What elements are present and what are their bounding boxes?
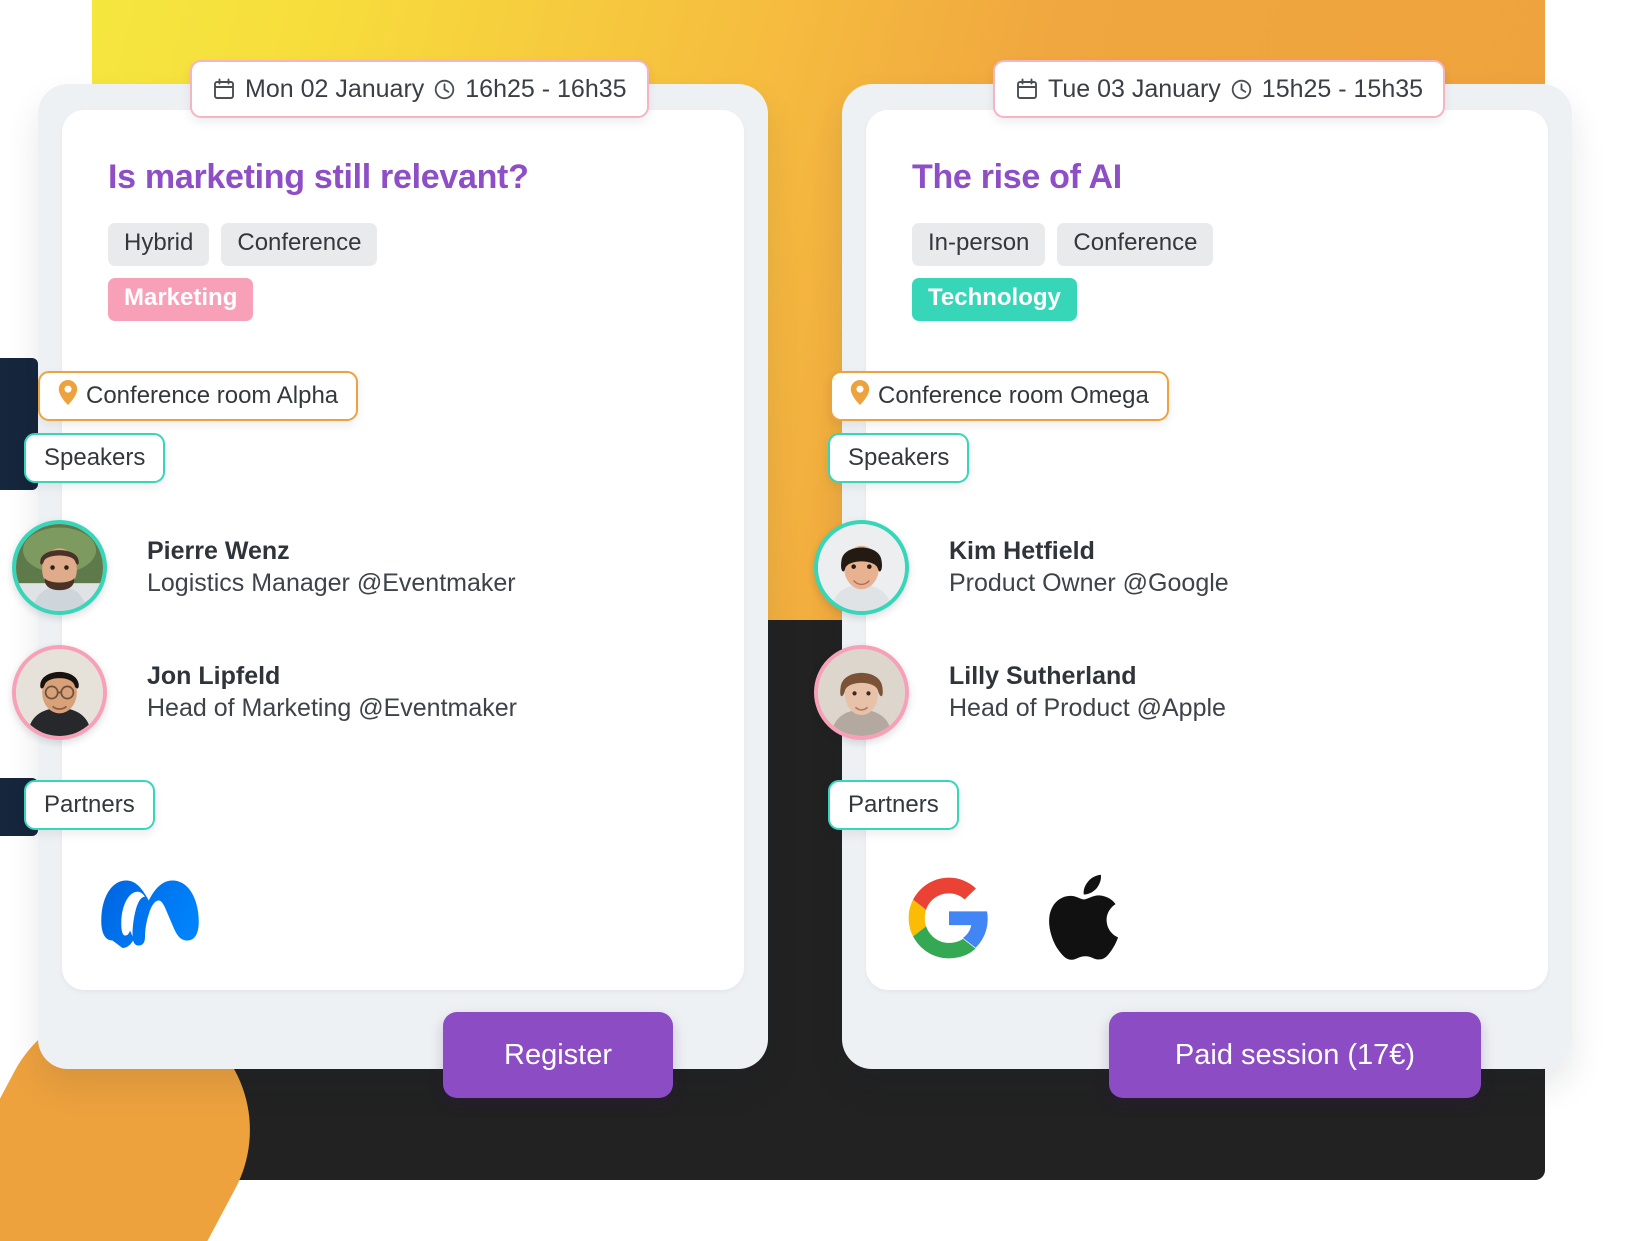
session-datetime-pill-right: Tue 03 January 15h25 - 15h35 (993, 60, 1446, 118)
map-pin-icon (58, 380, 78, 412)
calendar-icon (1015, 77, 1039, 101)
format-tag: In-person (912, 223, 1046, 266)
speaker-name: Lilly Sutherland (949, 661, 1137, 690)
partners-label: Partners (848, 791, 939, 818)
partners-section-pill-right: Partners (828, 780, 959, 830)
session-date: Tue 03 January (1048, 74, 1221, 103)
speakers-label: Speakers (848, 444, 950, 471)
speaker-name: Jon Lipfeld (147, 661, 281, 690)
partners-label: Partners (44, 791, 135, 818)
avatar (12, 520, 107, 615)
session-cards-screen: Is marketing still relevant? Hybrid Conf… (0, 0, 1637, 1241)
speaker-name: Kim Hetfield (949, 536, 1095, 565)
background-dark-footer-shape (130, 1090, 1520, 1150)
speaker-role: Logistics Manager @Eventmaker (147, 568, 516, 597)
session-title: The rise of AI (912, 158, 1122, 196)
speaker-role: Head of Product @Apple (949, 693, 1226, 722)
session-location-pill-right[interactable]: Conference room Omega (830, 371, 1169, 421)
speakers-label: Speakers (44, 444, 146, 471)
google-logo (905, 874, 993, 967)
speaker-item[interactable]: Kim Hetfield Product Owner @Google (814, 520, 1534, 615)
avatar (12, 645, 107, 740)
speakers-section-pill-left: Speakers (24, 433, 166, 483)
format-tag: Conference (1057, 223, 1214, 266)
map-pin-icon (850, 380, 870, 412)
session-location-pill-left[interactable]: Conference room Alpha (38, 371, 359, 421)
session-datetime-pill-left: Mon 02 January 16h25 - 16h35 (190, 60, 649, 118)
theme-tag-row: Marketing (108, 277, 698, 321)
location-label: Conference room Alpha (86, 382, 339, 409)
partner-logos-right (905, 868, 1131, 973)
speaker-item[interactable]: Pierre Wenz Logistics Manager @Eventmake… (12, 520, 732, 615)
speaker-text: Pierre Wenz Logistics Manager @Eventmake… (147, 536, 516, 600)
speakers-section-pill-right: Speakers (828, 433, 970, 483)
format-tag-row: In-person Conference (912, 223, 1502, 266)
apple-logo (1045, 868, 1131, 973)
speaker-text: Kim Hetfield Product Owner @Google (949, 536, 1229, 600)
speaker-item[interactable]: Jon Lipfeld Head of Marketing @Eventmake… (12, 645, 732, 740)
avatar (814, 645, 909, 740)
session-time: 15h25 - 15h35 (1261, 74, 1424, 103)
speaker-name: Pierre Wenz (147, 536, 290, 565)
avatar (814, 520, 909, 615)
session-date: Mon 02 January (245, 74, 425, 103)
theme-tag: Marketing (108, 277, 254, 321)
speaker-role: Product Owner @Google (949, 568, 1229, 597)
register-button[interactable]: Register (443, 1012, 673, 1098)
session-time: 16h25 - 16h35 (465, 74, 627, 103)
partner-logos-left (100, 868, 218, 955)
speaker-item[interactable]: Lilly Sutherland Head of Product @Apple (814, 645, 1534, 740)
clock-icon (1230, 78, 1253, 101)
clock-icon (433, 78, 456, 101)
speaker-text: Jon Lipfeld Head of Marketing @Eventmake… (147, 661, 517, 725)
calendar-icon (212, 77, 236, 101)
speakers-list-right: Kim Hetfield Product Owner @Google Lilly… (814, 520, 1534, 770)
speaker-role: Head of Marketing @Eventmaker (147, 693, 517, 722)
format-tag-row: Hybrid Conference (108, 223, 698, 266)
meta-logo (100, 868, 218, 955)
format-tag: Conference (221, 223, 378, 266)
theme-tag-row: Technology (912, 277, 1502, 321)
theme-tag: Technology (912, 277, 1077, 321)
paid-session-button[interactable]: Paid session (17€) (1109, 1012, 1481, 1098)
speaker-text: Lilly Sutherland Head of Product @Apple (949, 661, 1226, 725)
speakers-list-left: Pierre Wenz Logistics Manager @Eventmake… (12, 520, 732, 770)
partners-section-pill-left: Partners (24, 780, 155, 830)
format-tag: Hybrid (108, 223, 210, 266)
session-title: Is marketing still relevant? (108, 158, 529, 196)
location-label: Conference room Omega (878, 382, 1149, 409)
